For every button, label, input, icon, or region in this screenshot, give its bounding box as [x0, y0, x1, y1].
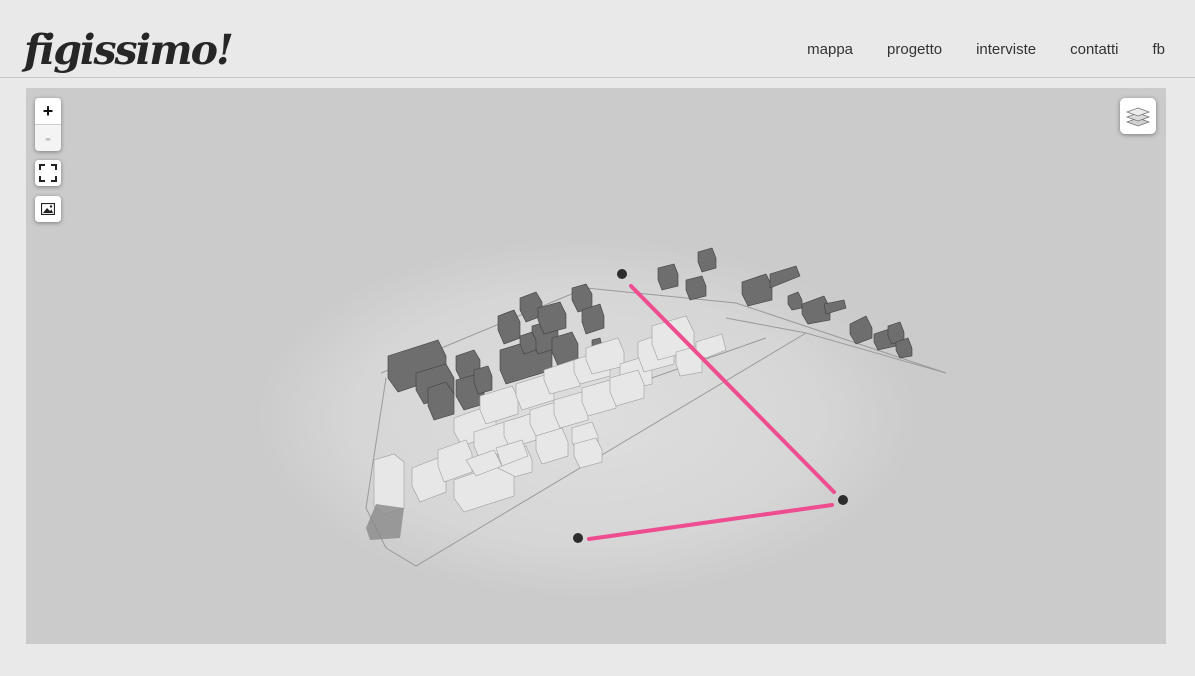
- zoom-in-button[interactable]: +: [35, 98, 61, 124]
- nav-fb[interactable]: fb: [1152, 41, 1165, 58]
- nav-contatti[interactable]: contatti: [1070, 41, 1118, 58]
- site-logo[interactable]: figissimo!: [24, 22, 234, 78]
- layers-button[interactable]: [1120, 98, 1156, 134]
- route-point-start[interactable]: [617, 269, 627, 279]
- fullscreen-control: [35, 160, 61, 186]
- main-nav: mappa progetto interviste contatti fb: [807, 41, 1165, 58]
- map-scene[interactable]: [26, 88, 1166, 644]
- route-point-end[interactable]: [573, 533, 583, 543]
- zoom-out-button[interactable]: -: [35, 124, 61, 151]
- zoom-control: + -: [35, 98, 61, 151]
- layers-icon: [1125, 107, 1151, 127]
- fullscreen-button[interactable]: [35, 160, 61, 186]
- nav-interviste[interactable]: interviste: [976, 41, 1036, 58]
- route-point-middle[interactable]: [838, 495, 848, 505]
- fullscreen-icon: [39, 164, 57, 182]
- image-control: [35, 196, 61, 222]
- nav-progetto[interactable]: progetto: [887, 41, 942, 58]
- image-icon: [41, 203, 55, 215]
- site-header: figissimo! mappa progetto interviste con…: [0, 0, 1195, 78]
- nav-mappa[interactable]: mappa: [807, 41, 853, 58]
- map-view[interactable]: + -: [26, 88, 1166, 644]
- image-button[interactable]: [35, 196, 61, 222]
